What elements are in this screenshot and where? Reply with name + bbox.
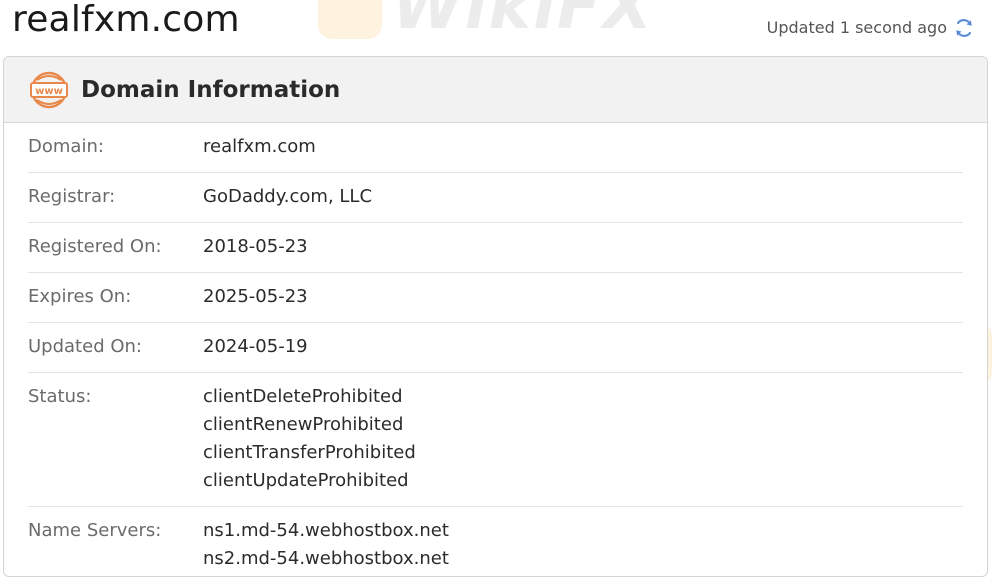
value-line: clientTransferProhibited: [203, 442, 416, 463]
row-registered-on: Registered On: 2018-05-23: [28, 223, 963, 273]
row-label: Domain:: [28, 136, 104, 157]
row-domain: Domain: realfxm.com: [28, 123, 963, 173]
updated-text: Updated 1 second ago: [766, 18, 947, 37]
watermark-logo-icon: [318, 0, 382, 39]
refresh-icon[interactable]: [953, 17, 975, 39]
watermark-text: WikiFX: [392, 0, 655, 44]
value-line: clientUpdateProhibited: [203, 470, 409, 491]
value-line: 2018-05-23: [203, 236, 308, 257]
row-label: Registrar:: [28, 186, 116, 207]
row-label: Registered On:: [28, 236, 162, 257]
row-value: 2018-05-23: [203, 233, 308, 261]
row-label: Status:: [28, 386, 92, 407]
card-header: www Domain Information: [4, 57, 987, 123]
row-updated-on: Updated On: 2024-05-19: [28, 323, 963, 373]
row-value: 2025-05-23: [203, 283, 308, 311]
value-line: ns1.md-54.webhostbox.net: [203, 520, 449, 541]
value-line: 2024-05-19: [203, 336, 308, 357]
row-registrar: Registrar: GoDaddy.com, LLC: [28, 173, 963, 223]
value-line: clientDeleteProhibited: [203, 386, 403, 407]
row-value: ns1.md-54.webhostbox.net ns2.md-54.webho…: [203, 517, 449, 573]
row-label: Name Servers:: [28, 520, 162, 541]
row-value: 2024-05-19: [203, 333, 308, 361]
value-line: realfxm.com: [203, 136, 316, 157]
watermark-top: WikiFX: [318, 0, 654, 44]
row-value: GoDaddy.com, LLC: [203, 183, 372, 211]
row-value: clientDeleteProhibited clientRenewProhib…: [203, 383, 416, 495]
row-value: realfxm.com: [203, 133, 316, 161]
value-line: GoDaddy.com, LLC: [203, 186, 373, 207]
updated-status: Updated 1 second ago: [767, 14, 975, 42]
row-label: Expires On:: [28, 286, 132, 307]
row-name-servers: Name Servers: ns1.md-54.webhostbox.net n…: [28, 507, 963, 576]
page-title: realfxm.com: [12, 0, 240, 40]
domain-info-card: www Domain Information Domain: realfxm.c…: [3, 56, 988, 577]
row-status: Status: clientDeleteProhibited clientRen…: [28, 373, 963, 507]
value-line: 2025-05-23: [203, 286, 308, 307]
info-rows: Domain: realfxm.com Registrar: GoDaddy.c…: [4, 123, 987, 576]
value-line: ns2.md-54.webhostbox.net: [203, 548, 449, 569]
row-label: Updated On:: [28, 336, 142, 357]
row-expires-on: Expires On: 2025-05-23: [28, 273, 963, 323]
www-icon-text: www: [35, 86, 63, 97]
card-title: Domain Information: [81, 76, 341, 103]
value-line: clientRenewProhibited: [203, 414, 404, 435]
www-icon: www: [30, 71, 68, 108]
